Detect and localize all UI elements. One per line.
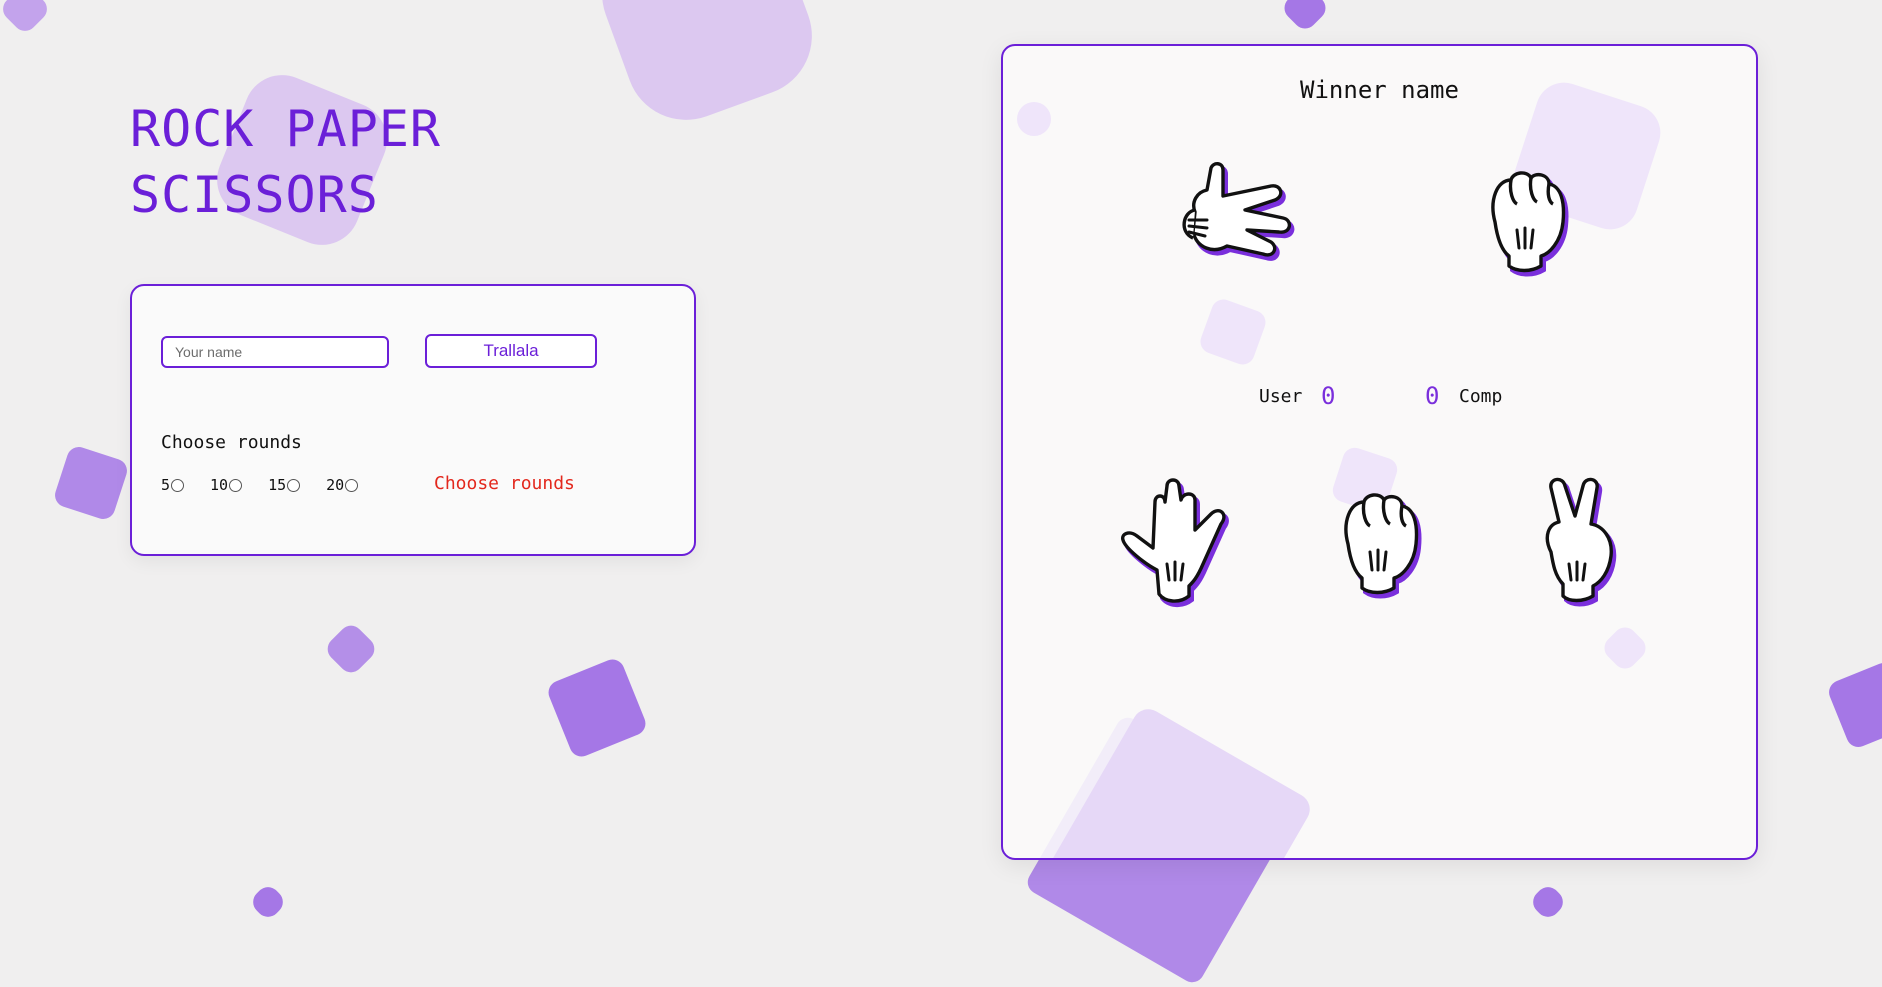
- decor-square: [322, 620, 380, 678]
- radio-10[interactable]: [229, 478, 243, 492]
- decor-square: [1528, 882, 1568, 922]
- scissors-hand-icon: [1182, 162, 1295, 261]
- rounds-warning: Choose rounds: [434, 473, 575, 494]
- user-score: 0: [1321, 382, 1336, 410]
- setup-panel: Trallala Choose rounds 5 10 15 20 Choose…: [130, 284, 696, 556]
- decor-square: [51, 443, 131, 523]
- decor-square: [1017, 102, 1051, 136]
- decor-square: [1279, 0, 1331, 34]
- winner-name: Winner name: [1300, 76, 1459, 104]
- decor-square: [1825, 659, 1882, 751]
- round-option-15[interactable]: 15: [268, 476, 301, 494]
- rounds-label: Choose rounds: [161, 432, 302, 453]
- rock-hand-icon: [1491, 171, 1569, 277]
- scissors-hand-icon: [1545, 477, 1617, 607]
- comp-label: Comp: [1459, 386, 1503, 407]
- decor-square: [1599, 622, 1651, 674]
- page-title: ROCK PAPER SCISSORS: [130, 96, 441, 228]
- title-line-1: ROCK PAPER: [130, 100, 442, 158]
- rock-hand-icon: [1344, 493, 1422, 599]
- user-choice: [1167, 162, 1303, 272]
- decor-square: [1042, 703, 1316, 858]
- choice-scissors[interactable]: [1539, 477, 1623, 614]
- scoreboard: User 0 0 Comp: [1003, 382, 1756, 412]
- round-option-label: 10: [210, 476, 229, 494]
- radio-20[interactable]: [345, 478, 359, 492]
- decor-blob: [585, 0, 829, 137]
- round-option-label: 15: [268, 476, 287, 494]
- choice-rock[interactable]: [1340, 492, 1424, 599]
- round-option-20[interactable]: 20: [326, 476, 359, 494]
- game-panel: Winner name User 0 0 Comp: [1001, 44, 1758, 860]
- round-option-label: 20: [326, 476, 345, 494]
- submit-name-button[interactable]: Trallala: [425, 334, 597, 368]
- radio-15[interactable]: [287, 478, 301, 492]
- rounds-options: 5 10 15 20: [161, 476, 384, 494]
- name-input[interactable]: [161, 336, 389, 368]
- user-label: User: [1259, 386, 1303, 407]
- paper-hand-icon: [1121, 478, 1229, 607]
- round-option-5[interactable]: 5: [161, 476, 185, 494]
- comp-choice: [1487, 170, 1571, 277]
- choice-paper[interactable]: [1119, 478, 1245, 612]
- round-option-10[interactable]: 10: [210, 476, 243, 494]
- decor-square: [544, 655, 650, 761]
- round-option-label: 5: [161, 476, 171, 494]
- decor-square: [0, 0, 52, 36]
- comp-score: 0: [1425, 382, 1440, 410]
- decor-square: [1197, 296, 1269, 368]
- radio-5[interactable]: [171, 478, 185, 492]
- decor-square: [248, 882, 288, 922]
- title-line-2: SCISSORS: [130, 166, 379, 224]
